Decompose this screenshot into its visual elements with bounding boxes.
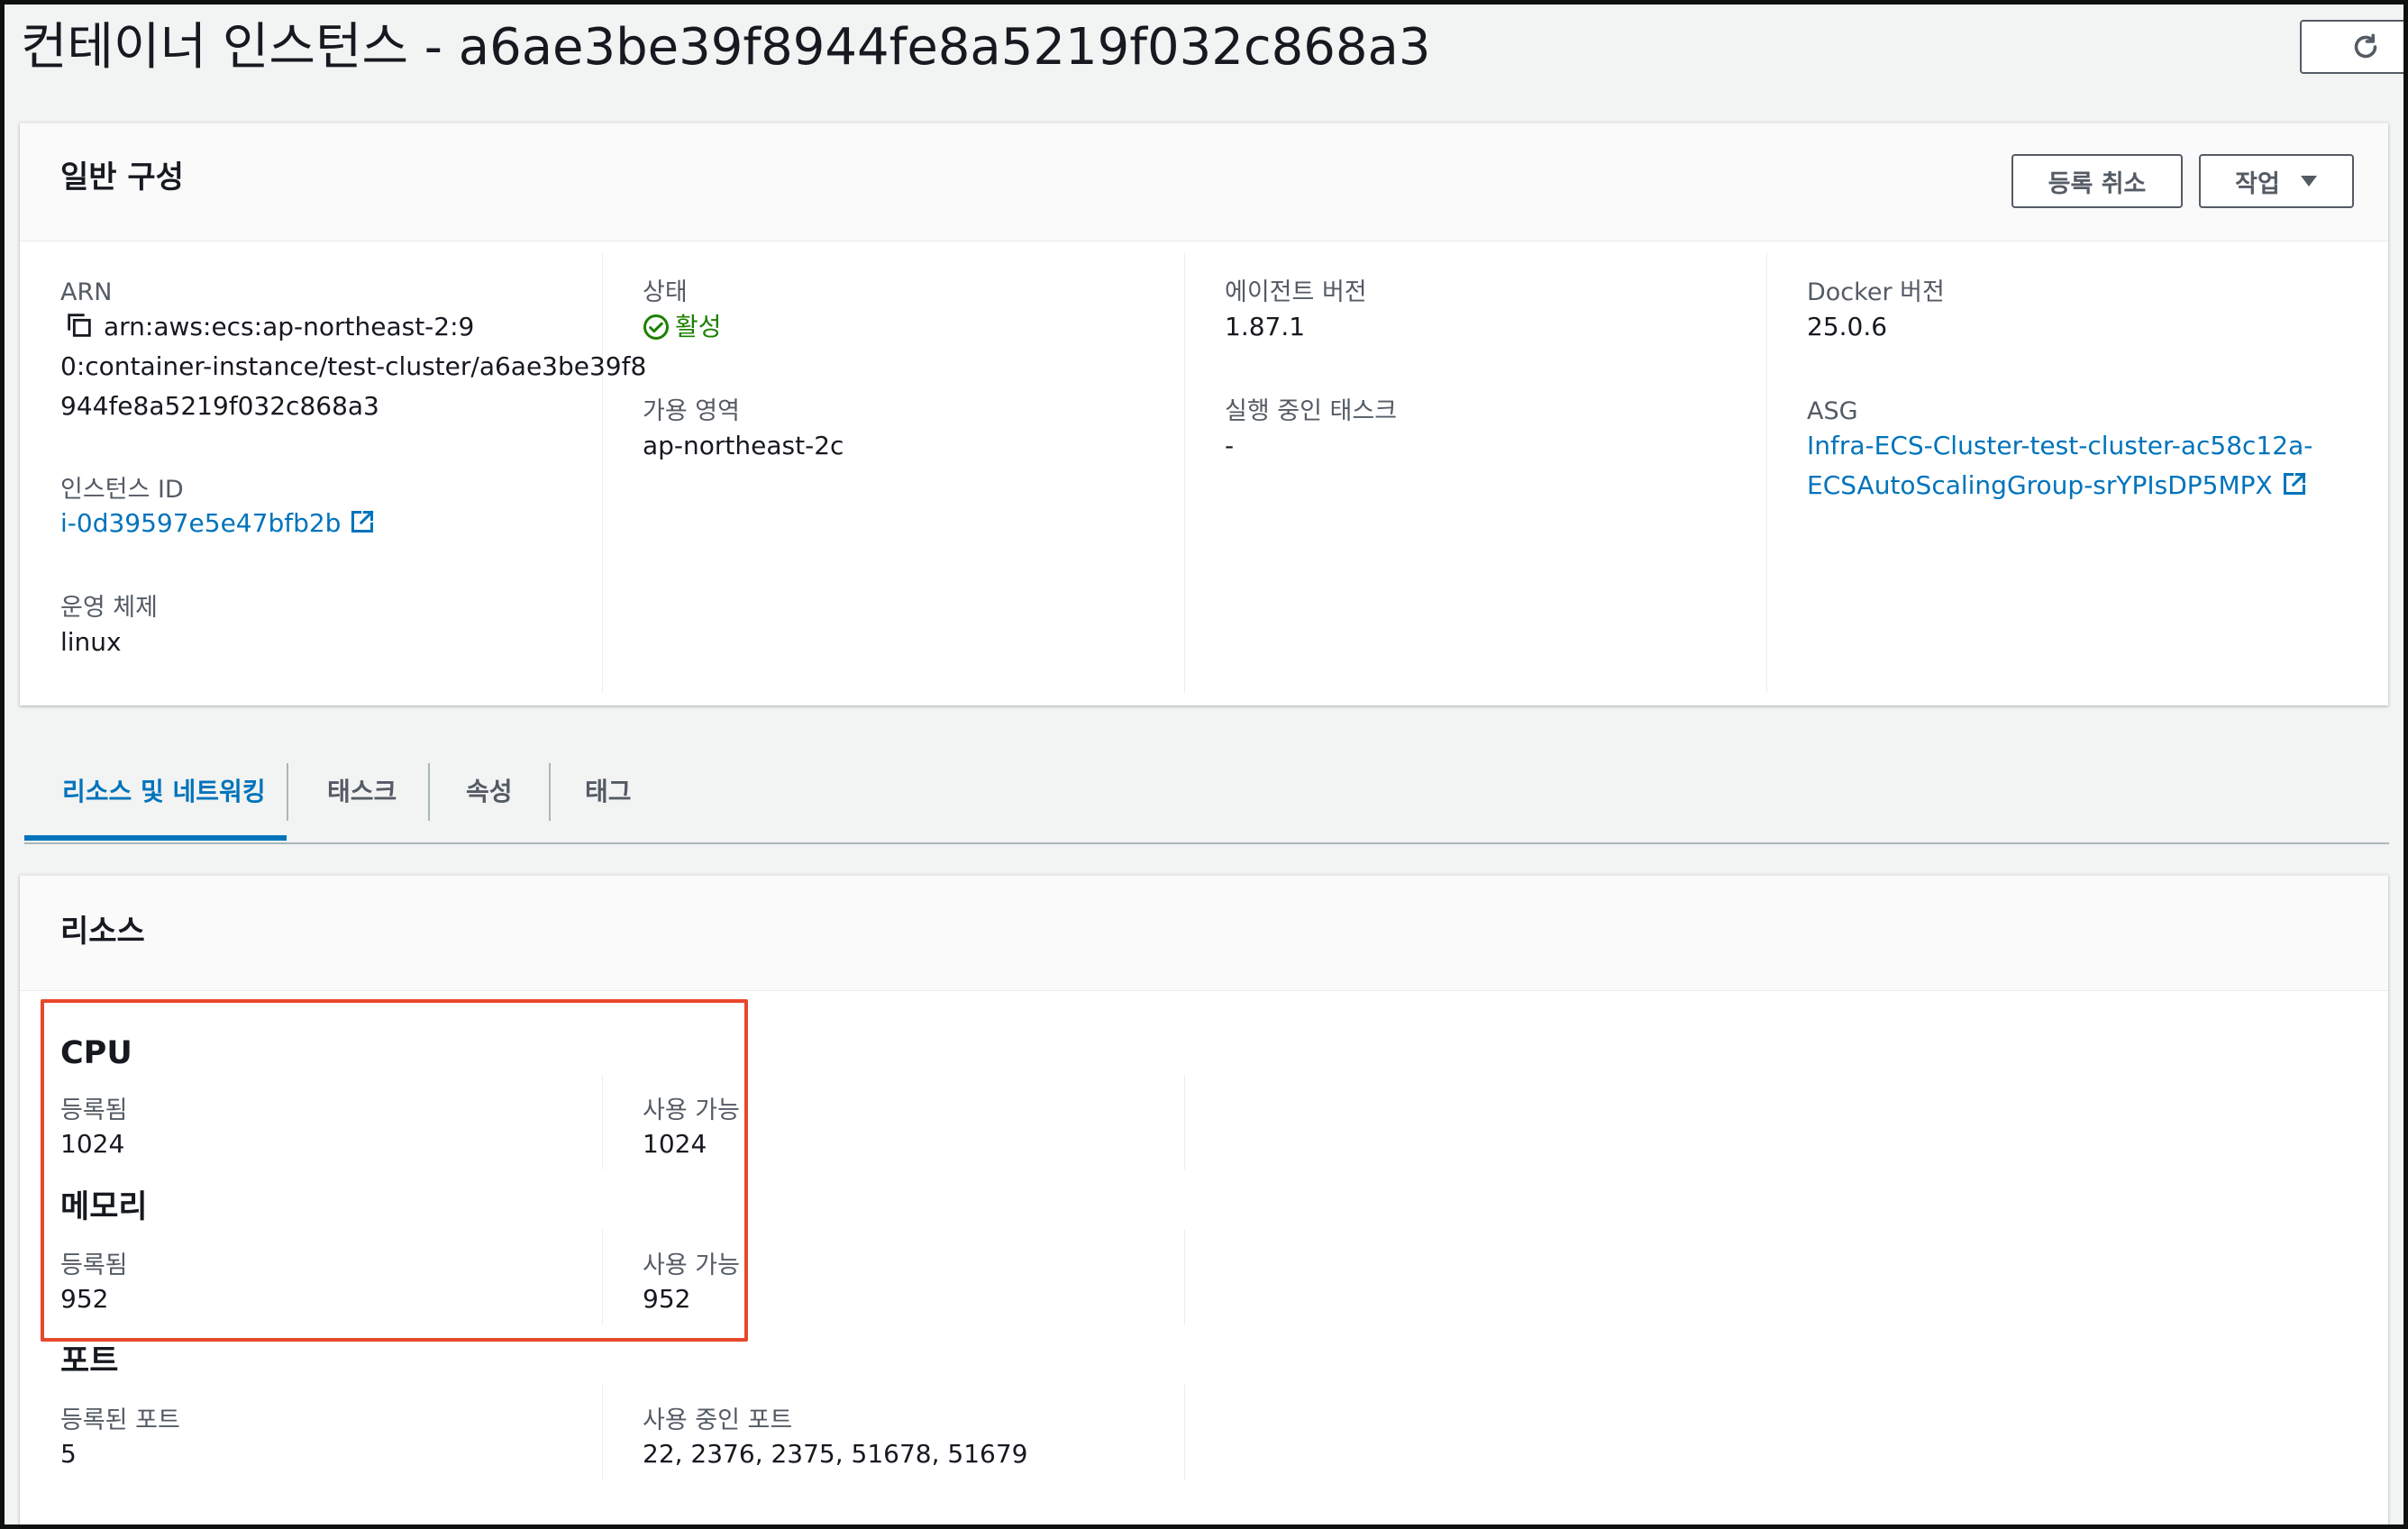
refresh-icon: [2354, 33, 2377, 59]
registered-ports-label: 등록된 포트: [60, 1406, 180, 1434]
status-text: 활성: [675, 312, 722, 341]
actions-label: 작업: [2235, 169, 2280, 198]
status-label: 상태: [643, 278, 688, 306]
deregister-label: 등록 취소: [2048, 169, 2147, 198]
registered-ports-value: 5: [60, 1439, 77, 1469]
general-config-header: 일반 구성 등록 취소 작업: [20, 123, 2388, 241]
column-divider: [602, 1385, 603, 1480]
general-config-panel: 일반 구성 등록 취소 작업 ARN arn:aws:ecs:ap-northe…: [20, 123, 2388, 705]
general-config-title: 일반 구성: [60, 159, 184, 196]
refresh-button[interactable]: [2300, 20, 2403, 74]
resources-title: 리소스: [60, 914, 145, 950]
arn-value: arn:aws:ecs:ap-northeast-2:9: [60, 307, 474, 347]
docker-version-label: Docker 버전: [1807, 278, 1945, 306]
tab-separator: [549, 763, 551, 821]
agent-version-value: 1.87.1: [1225, 312, 1306, 341]
page-title: 컨테이너 인스턴스 - a6ae3be39f8944fe8a5219f032c8…: [21, 18, 1431, 77]
asg-link-text: ECSAutoScalingGroup-srYPIsDP5MPX: [1807, 470, 2273, 500]
general-col-agent: 에이전트 버전 1.87.1 실행 중인 태스크 -: [1184, 253, 1767, 693]
window-frame: 컨테이너 인스턴스 - a6ae3be39f8944fe8a5219f032c8…: [0, 0, 2408, 1529]
copy-icon[interactable]: [64, 310, 95, 341]
asg-link-line-1[interactable]: Infra-ECS-Cluster-test-cluster-ac58c12a-: [1807, 426, 2312, 466]
general-col-docker: Docker 버전 25.0.6 ASG Infra-ECS-Cluster-t…: [1766, 253, 2388, 693]
docker-version-value: 25.0.6: [1807, 312, 1888, 341]
az-label: 가용 영역: [643, 397, 740, 425]
general-col-status: 상태 활성 가용 영역 ap-northeast-2c: [602, 253, 1185, 693]
check-circle-icon: [643, 314, 669, 340]
general-col-arn: ARN arn:aws:ecs:ap-northeast-2:9 0:conta…: [20, 253, 646, 693]
tab-separator: [287, 763, 288, 821]
arn-line-3: 944fe8a5219f032c868a3: [60, 391, 379, 421]
asg-label: ASG: [1807, 397, 1858, 425]
active-tab-indicator: [24, 835, 287, 841]
os-value: linux: [60, 627, 122, 657]
running-tasks-label: 실행 중인 태스크: [1225, 397, 1398, 425]
ports-title: 포트: [60, 1343, 119, 1379]
arn-label: ARN: [60, 278, 113, 306]
detail-tabs: 리소스 및 네트워킹 태스크 속성 태그: [24, 743, 2389, 844]
ports-in-use-value: 22, 2376, 2375, 51678, 51679: [643, 1439, 1028, 1469]
external-link-icon: [2283, 472, 2306, 496]
os-label: 운영 체제: [60, 594, 158, 622]
asg-link-line-2[interactable]: ECSAutoScalingGroup-srYPIsDP5MPX: [1807, 466, 2307, 505]
tab-resources-networking[interactable]: 리소스 및 네트워킹: [62, 763, 266, 821]
highlight-annotation-box: [41, 999, 748, 1342]
column-divider: [1184, 1230, 1185, 1324]
deregister-button[interactable]: 등록 취소: [2011, 154, 2183, 208]
tab-tasks[interactable]: 태스크: [327, 763, 397, 821]
instance-id-value: i-0d39597e5e47bfb2b: [60, 508, 342, 538]
tab-separator: [428, 763, 430, 821]
ports-in-use-label: 사용 중인 포트: [643, 1406, 793, 1434]
arn-line-2: 0:container-instance/test-cluster/a6ae3b…: [60, 351, 647, 381]
external-link-icon: [351, 510, 375, 533]
tab-tags[interactable]: 태그: [585, 763, 632, 821]
tab-attributes[interactable]: 속성: [466, 763, 513, 821]
agent-version-label: 에이전트 버전: [1225, 278, 1367, 306]
running-tasks-value: -: [1225, 431, 1235, 460]
status-value: 활성: [643, 307, 722, 347]
column-divider: [1184, 1076, 1185, 1170]
instance-id-link[interactable]: i-0d39597e5e47bfb2b: [60, 504, 375, 543]
actions-dropdown-button[interactable]: 작업: [2199, 154, 2354, 208]
az-value: ap-northeast-2c: [643, 431, 844, 460]
caret-down-icon: [2300, 176, 2317, 187]
arn-line-1: arn:aws:ecs:ap-northeast-2:9: [104, 312, 475, 341]
column-divider: [1184, 1385, 1185, 1480]
resources-header: 리소스: [20, 876, 2388, 991]
instance-id-label: 인스턴스 ID: [60, 476, 184, 504]
